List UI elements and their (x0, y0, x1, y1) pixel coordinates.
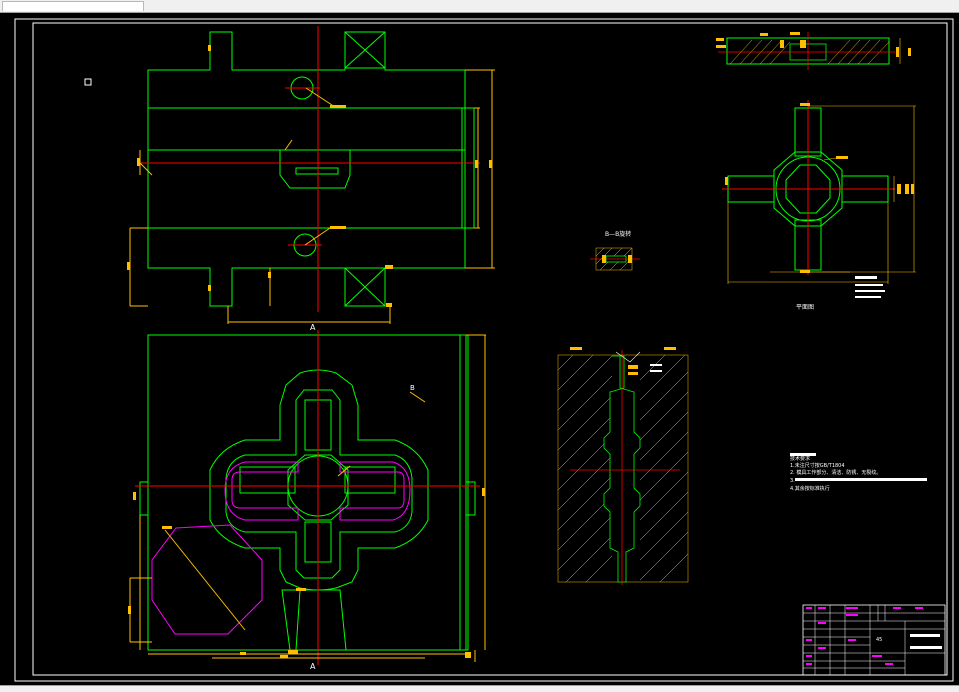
plan-view-label: 平面图 (796, 304, 814, 311)
note-line-2: 1.未注尺寸按GB/T1804 (790, 462, 845, 469)
title-block-scale: 45 (876, 637, 882, 643)
note-line-5: 4.其余按标准执行 (790, 485, 830, 492)
note-line-1: 技术要求 (790, 455, 810, 462)
section-b-label: B—B旋转 (605, 230, 631, 238)
document-tab[interactable] (2, 1, 144, 11)
section-marker-a-bottom: A (310, 662, 316, 671)
note-line-4: 3. (790, 478, 795, 484)
window-tab-bar (0, 0, 959, 13)
note-line-3: 2. 模具工作部分、清洁、防锈、无裂纹。 (790, 469, 881, 476)
note-marker-b: B (410, 384, 415, 392)
cad-drawing-canvas[interactable]: A B A B—B旋转 平面图 技术要求 1.未注尺寸按GB/T1804 2. … (0, 13, 959, 685)
section-marker-a-top: A (310, 323, 316, 332)
